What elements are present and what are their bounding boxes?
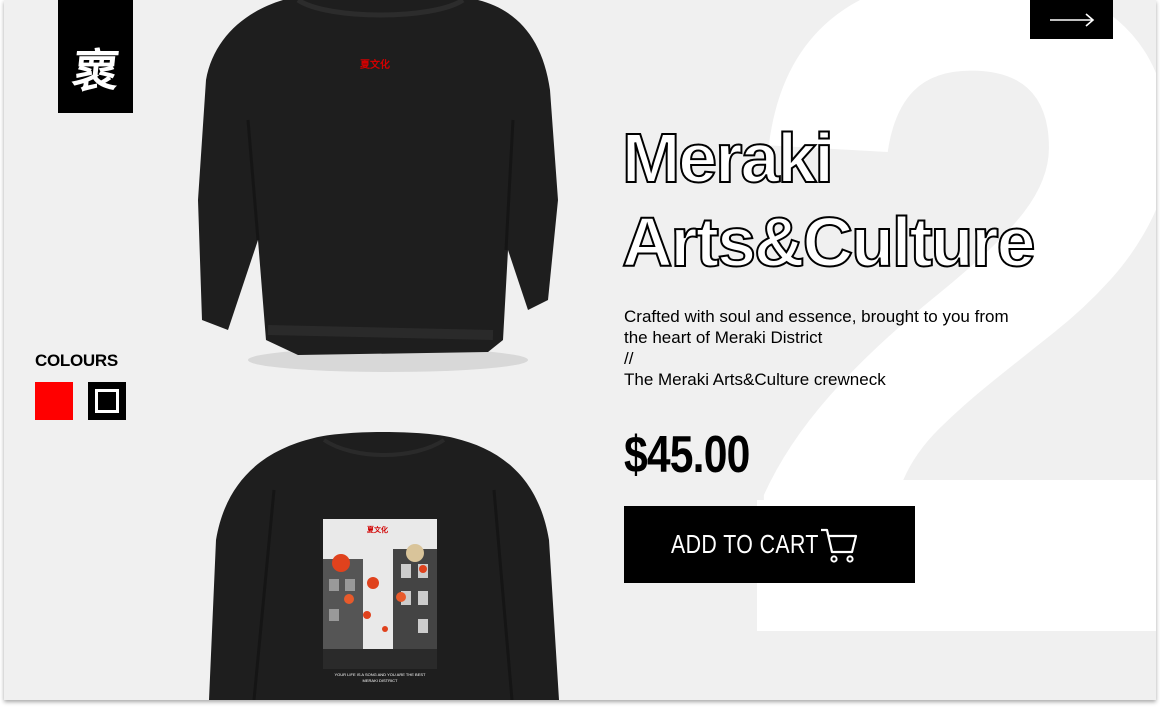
- logo-glyph: 褱: [69, 43, 122, 98]
- description-line2: the heart of Meraki District: [624, 328, 823, 347]
- product-title: Meraki Arts&Culture: [621, 116, 1037, 284]
- back-print-caption: YOUR LIFE IS A SONG AND YOU ARE THE BEST…: [304, 672, 456, 684]
- description-line4: The Meraki Arts&Culture crewneck: [624, 370, 886, 389]
- shopping-cart-icon: [821, 528, 858, 563]
- brand-logo[interactable]: 褱: [58, 0, 133, 113]
- add-to-cart-button[interactable]: ADD TO CART: [624, 506, 915, 583]
- back-print-artwork: [323, 519, 437, 669]
- product-card: 2 褱 夏文化 夏文化 YOUR LIFE IS A SONG AND YOU …: [4, 0, 1156, 700]
- colours-label: COLOURS: [35, 351, 118, 370]
- description-line3: //: [624, 349, 634, 368]
- colour-swatch-black[interactable]: [88, 382, 126, 420]
- description-line1: Crafted with soul and essence, brought t…: [624, 307, 1009, 326]
- back-print-text: 夏文化: [367, 526, 388, 534]
- colour-swatch-red[interactable]: [35, 382, 73, 420]
- add-to-cart-label: ADD TO CART: [671, 529, 819, 559]
- back-caption-line2: MERAKI DISTRICT: [362, 678, 398, 683]
- product-title-line1: Meraki: [621, 118, 835, 198]
- product-price: $45.00: [624, 426, 750, 484]
- front-print-text: 夏文化: [360, 60, 390, 71]
- next-product-button[interactable]: [1030, 0, 1113, 39]
- arrow-right-icon: [1049, 12, 1094, 27]
- product-description: Crafted with soul and essence, brought t…: [624, 306, 1044, 390]
- product-title-line2: Arts&Culture: [621, 202, 1037, 282]
